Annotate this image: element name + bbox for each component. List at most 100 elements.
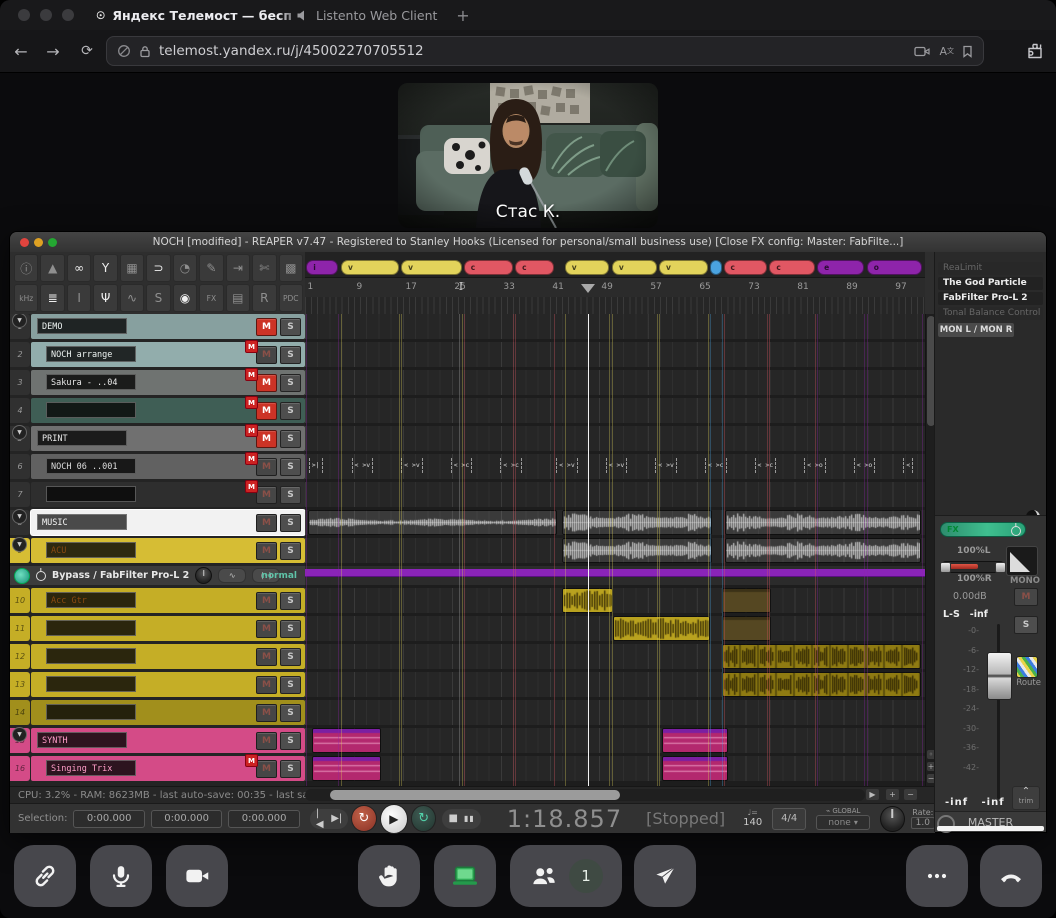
solo-button[interactable]: S (280, 542, 301, 560)
more-options-button[interactable] (906, 845, 968, 907)
region-marker[interactable]: c (464, 260, 514, 275)
media-item[interactable] (722, 672, 920, 697)
selection-end-field[interactable]: 0:00.000 (151, 810, 222, 828)
bookmark-icon[interactable] (962, 45, 973, 58)
mute-button[interactable]: M (256, 514, 277, 532)
mute-button[interactable]: M (256, 430, 277, 448)
track-name-input[interactable]: PRINT (37, 430, 127, 446)
track-name-input[interactable] (46, 486, 136, 502)
pencil-icon[interactable]: ✎ (199, 254, 223, 282)
master-fader[interactable] (997, 624, 1000, 799)
track-name-input[interactable]: SYNTH (37, 732, 127, 748)
folder-collapse-button[interactable]: ▼ (12, 425, 27, 440)
region-marker[interactable]: o (867, 260, 922, 275)
region-marker[interactable]: v (401, 260, 462, 275)
mute-button[interactable]: M (256, 458, 277, 476)
track-header[interactable]: NOCH 06 ..001MSM (31, 454, 305, 479)
solo-button[interactable]: S (280, 620, 301, 638)
envelope-knob[interactable] (195, 567, 212, 584)
track-header[interactable]: MS (31, 644, 305, 669)
folder-collapse-button[interactable]: ▼ (12, 314, 27, 328)
track-name-input[interactable]: Acc Gtr (46, 592, 136, 608)
pause-button[interactable]: ▮▮ (464, 814, 475, 823)
solo-button[interactable]: S (280, 346, 301, 364)
solo-button[interactable]: S (280, 732, 301, 750)
media-item[interactable] (662, 756, 729, 781)
media-item[interactable] (722, 616, 770, 641)
track-number[interactable]: 2 (10, 342, 30, 367)
forward-button[interactable]: → (40, 38, 66, 64)
track-number[interactable]: 3 (10, 370, 30, 395)
tab-telemost[interactable]: Яндекс Телемост — бесп (86, 0, 302, 30)
time-signature[interactable]: 4/4 (772, 808, 806, 830)
chat-send-button[interactable] (634, 845, 696, 907)
track-number[interactable]: 7 (10, 482, 30, 507)
region-marker[interactable] (710, 260, 722, 275)
solo-button[interactable]: S (280, 592, 301, 610)
arrange-view[interactable]: >|< >v< >v< >c< >c< >v< >v< >v< >c< >c< … (305, 314, 925, 786)
media-item[interactable] (725, 510, 921, 535)
selection-start-field[interactable]: 0:00.000 (73, 810, 144, 828)
track-number[interactable]: 4 (10, 398, 30, 423)
pdc-icon[interactable]: PDC (279, 284, 303, 312)
camera-button[interactable] (166, 845, 228, 907)
global-automation[interactable]: ⌁ GLOBAL none▾ (816, 807, 870, 830)
timeline-ruler[interactable]: ivvccvvvcceo 191725334149576573818997I (305, 252, 925, 314)
horizontal-scrollbar[interactable] (305, 789, 865, 801)
reaper-title-bar[interactable]: NOCH [modified] - REAPER v7.47 - Registe… (10, 232, 1046, 252)
address-bar[interactable]: telemost.yandex.ru/j/45002270705512 A文 (106, 36, 984, 66)
reaper-minimize-button[interactable] (34, 238, 43, 247)
back-button[interactable]: ← (8, 38, 34, 64)
track-header[interactable]: MUSICMS (31, 510, 305, 535)
new-tab-button[interactable]: + (452, 4, 474, 26)
participants-button[interactable]: 1 (510, 845, 622, 907)
mute-button[interactable]: M (256, 402, 277, 420)
track-number[interactable]: 13 (10, 672, 30, 697)
snap-magnet-icon[interactable]: ⊃ (146, 254, 170, 282)
track-number[interactable]: 14 (10, 700, 30, 725)
screen-share-button[interactable] (434, 845, 496, 907)
track-header[interactable]: DEMOMS (31, 314, 305, 339)
track-name-input[interactable]: ACU (46, 542, 136, 558)
tab-listento[interactable]: Listento Web Client (286, 0, 472, 30)
pan-slider[interactable] (941, 561, 1005, 573)
mute-button[interactable]: M (256, 486, 277, 504)
track-name-input[interactable] (46, 648, 136, 664)
master-solo-button[interactable]: S (1014, 616, 1038, 634)
track-header[interactable]: MSM (31, 398, 305, 423)
raise-hand-button[interactable] (358, 845, 420, 907)
region-marker[interactable]: c (515, 260, 554, 275)
link-icon[interactable]: ∞ (67, 254, 91, 282)
mute-button[interactable]: M (256, 592, 277, 610)
track-name-input[interactable]: NOCH arrange (46, 346, 136, 362)
shield-icon[interactable] (117, 44, 131, 58)
solo-button[interactable]: S (280, 486, 301, 504)
track-name-input[interactable]: Sakura - ..04 (46, 374, 136, 390)
envelope-group-icon[interactable]: Y (93, 254, 117, 282)
region-marker[interactable]: e (817, 260, 864, 275)
track-header[interactable]: MS (31, 700, 305, 725)
zoom-out-horizontal-button[interactable]: − (904, 789, 917, 800)
insert-marker-icon[interactable]: ⇥ (226, 254, 250, 282)
horizontal-scrollbar-thumb[interactable] (330, 790, 620, 800)
track-header[interactable]: ACU MS (31, 538, 305, 563)
track-name-input[interactable] (46, 704, 136, 720)
track-number[interactable]: 1▼ (10, 314, 30, 339)
track-name-input[interactable] (46, 620, 136, 636)
media-item[interactable] (613, 616, 711, 641)
scroll-right-button[interactable]: ▶ (866, 789, 879, 800)
region-marker[interactable]: v (565, 260, 609, 275)
stop-button[interactable]: ■ (448, 813, 457, 824)
mute-button[interactable]: M (256, 542, 277, 560)
eye-icon[interactable]: ◉ (173, 284, 197, 312)
fx-chain-item[interactable]: FabFilter Pro-L 2 (938, 292, 1043, 305)
track-number[interactable]: 9▼ (10, 538, 30, 563)
grid-icon[interactable]: ▦ (120, 254, 144, 282)
region-marker[interactable]: v (659, 260, 708, 275)
take-marker[interactable]: < >v (352, 458, 374, 473)
ibeam-tool-icon[interactable]: I (67, 284, 91, 312)
envelope-armed-icon[interactable] (14, 568, 30, 584)
envelope-list-icon[interactable]: ▤ (226, 284, 250, 312)
razor-icon[interactable]: ✄ (252, 254, 276, 282)
media-item[interactable] (722, 588, 770, 613)
